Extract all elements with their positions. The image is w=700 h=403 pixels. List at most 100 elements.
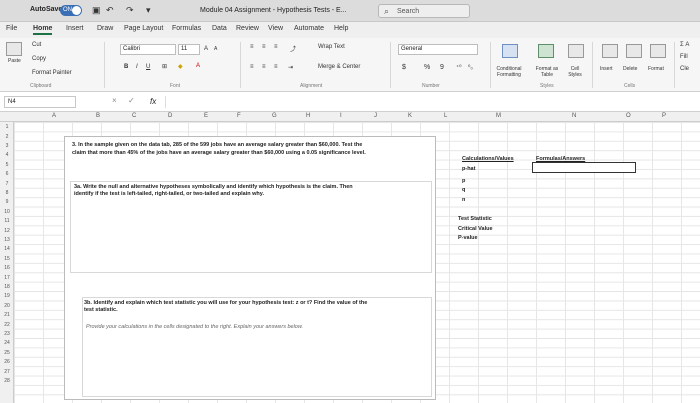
row-header[interactable]: 20 <box>0 303 14 309</box>
autosum-button[interactable]: Σ A <box>680 42 689 48</box>
formula-input[interactable] <box>165 96 695 108</box>
redo-icon[interactable]: ↷ <box>126 5 134 16</box>
row-header[interactable]: 13 <box>0 237 14 243</box>
function-icon[interactable]: fx <box>150 97 156 106</box>
row-header[interactable]: 27 <box>0 369 14 375</box>
column-header[interactable]: G <box>272 113 277 119</box>
format-as-table-icon[interactable] <box>538 44 554 58</box>
row-header[interactable]: 21 <box>0 312 14 318</box>
bold-button[interactable]: B <box>124 64 128 70</box>
row-header[interactable]: 10 <box>0 209 14 215</box>
delete-button[interactable]: Delete <box>623 66 637 72</box>
font-size-select[interactable]: 11 <box>178 44 200 55</box>
row-header[interactable]: 28 <box>0 378 14 384</box>
conditional-formatting-button[interactable]: Conditional Formatting <box>488 66 530 78</box>
conditional-formatting-icon[interactable] <box>502 44 518 58</box>
copy-button[interactable]: Copy <box>32 56 46 62</box>
align-bottom-icon[interactable]: ≡ <box>274 44 278 50</box>
format-as-table-button[interactable]: Format as Table <box>530 66 564 78</box>
column-header[interactable]: M <box>496 113 501 119</box>
row-header[interactable]: 15 <box>0 256 14 262</box>
column-header[interactable]: P <box>662 113 666 119</box>
row-header[interactable]: 1 <box>0 124 14 130</box>
font-color-icon[interactable]: A <box>196 63 200 69</box>
enter-icon[interactable]: ✓ <box>128 96 135 105</box>
cell-styles-icon[interactable] <box>568 44 584 58</box>
column-header[interactable]: B <box>96 113 100 119</box>
tab-data[interactable]: Data <box>212 25 227 32</box>
tab-insert[interactable]: Insert <box>66 25 84 32</box>
row-header[interactable]: 23 <box>0 331 14 337</box>
orientation-icon[interactable]: ⤴ <box>290 44 296 53</box>
align-right-icon[interactable]: ≡ <box>274 64 278 70</box>
paste-icon[interactable] <box>6 42 22 56</box>
row-header[interactable]: 4 <box>0 152 14 158</box>
column-header[interactable]: N <box>572 113 576 119</box>
row-header[interactable]: 24 <box>0 340 14 346</box>
tab-review[interactable]: Review <box>236 25 259 32</box>
currency-button[interactable]: $ <box>402 64 406 71</box>
percent-button[interactable]: % <box>424 64 430 71</box>
fill-color-icon[interactable]: ◆ <box>178 63 183 70</box>
align-top-icon[interactable]: ≡ <box>250 44 254 50</box>
row-header[interactable]: 2 <box>0 134 14 140</box>
undo-icon[interactable]: ↶ <box>106 5 114 16</box>
column-header[interactable]: F <box>237 113 241 119</box>
row-header[interactable]: 25 <box>0 350 14 356</box>
row-header[interactable]: 11 <box>0 218 14 224</box>
font-name-select[interactable]: Calibri <box>120 44 176 55</box>
cell-styles-button[interactable]: Cell Styles <box>564 66 586 78</box>
number-format-select[interactable]: General <box>398 44 478 55</box>
decrease-decimal-icon[interactable]: ⁰₀ <box>468 64 473 71</box>
align-left-icon[interactable]: ≡ <box>250 64 254 70</box>
row-header[interactable]: 14 <box>0 246 14 252</box>
column-header[interactable]: I <box>340 113 342 119</box>
borders-icon[interactable]: ⊞ <box>162 63 167 70</box>
insert-cells-icon[interactable] <box>602 44 618 58</box>
tab-formulas[interactable]: Formulas <box>172 25 201 32</box>
format-cells-icon[interactable] <box>650 44 666 58</box>
comma-button[interactable]: 9 <box>440 64 444 71</box>
italic-button[interactable]: I <box>136 64 138 70</box>
tab-home[interactable]: Home <box>33 25 53 35</box>
row-header[interactable]: 17 <box>0 275 14 281</box>
column-header[interactable]: A <box>52 113 56 119</box>
column-header[interactable]: O <box>626 113 631 119</box>
column-header[interactable]: J <box>374 113 377 119</box>
row-header[interactable]: 26 <box>0 359 14 365</box>
column-header[interactable]: E <box>204 113 208 119</box>
column-header[interactable]: K <box>408 113 412 119</box>
row-header[interactable]: 19 <box>0 293 14 299</box>
row-header[interactable]: 6 <box>0 171 14 177</box>
column-header[interactable]: C <box>132 113 136 119</box>
tab-view[interactable]: View <box>268 25 283 32</box>
grow-font-button[interactable]: A <box>204 46 208 52</box>
cancel-icon[interactable]: × <box>112 96 117 105</box>
align-middle-icon[interactable]: ≡ <box>262 44 266 50</box>
row-header[interactable]: 22 <box>0 322 14 328</box>
name-box[interactable]: N4 <box>4 96 76 108</box>
insert-button[interactable]: Insert <box>600 66 613 72</box>
row-header[interactable]: 8 <box>0 190 14 196</box>
shrink-font-button[interactable]: A <box>214 46 217 52</box>
tab-help[interactable]: Help <box>334 25 348 32</box>
tab-automate[interactable]: Automate <box>294 25 324 32</box>
increase-decimal-icon[interactable]: ⁺⁰ <box>456 64 462 71</box>
format-painter-button[interactable]: Format Painter <box>32 70 72 76</box>
save-icon[interactable]: ▣ <box>92 5 101 16</box>
cut-button[interactable]: Cut <box>32 42 41 48</box>
merge-center-button[interactable]: Merge & Center <box>318 64 360 70</box>
column-header[interactable]: L <box>444 113 447 119</box>
row-header[interactable]: 16 <box>0 265 14 271</box>
row-header[interactable]: 18 <box>0 284 14 290</box>
tab-draw[interactable]: Draw <box>97 25 113 32</box>
row-header[interactable]: 12 <box>0 228 14 234</box>
search-box[interactable]: ⌕ Search <box>378 4 470 18</box>
customize-icon[interactable]: ▾ <box>146 5 151 16</box>
answer-box-3b[interactable] <box>82 297 432 397</box>
wrap-text-button[interactable]: Wrap Text <box>318 44 345 50</box>
column-header[interactable]: H <box>306 113 310 119</box>
row-header[interactable]: 9 <box>0 199 14 205</box>
autosave-toggle[interactable]: ON <box>60 5 82 16</box>
row-header[interactable]: 3 <box>0 143 14 149</box>
